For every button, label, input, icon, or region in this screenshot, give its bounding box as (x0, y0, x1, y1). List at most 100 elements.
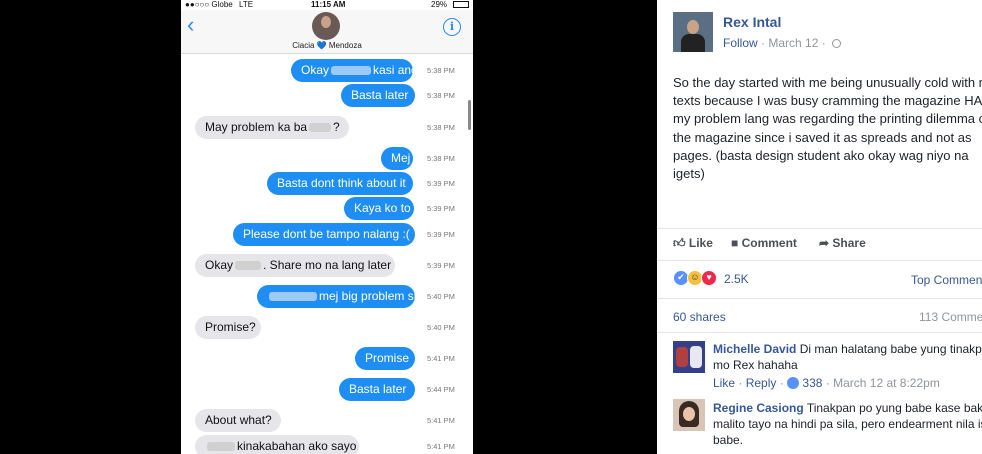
redacted-name-blur (235, 261, 262, 271)
comment-like-count[interactable]: 338 (802, 376, 822, 390)
message-text: About what? (205, 413, 272, 427)
message-timestamp: 5:39 PM (427, 179, 455, 188)
share-icon: ➦ (819, 236, 830, 250)
message-timestamp: 5:40 PM (427, 292, 455, 301)
message-timestamp: 5:39 PM (427, 204, 455, 213)
message-text: Basta later (351, 88, 409, 102)
redacted-name-blur (207, 442, 235, 452)
message-text: Basta dont think about it (277, 176, 406, 190)
carrier-label: ●●○○○ Globe (185, 0, 233, 9)
sent-message-bubble[interactable]: Mej (381, 147, 413, 170)
thumbs-up-icon: 👍︎ (673, 236, 686, 250)
shares-count[interactable]: 60 shares (673, 310, 726, 324)
message-text: . Share mo na lang later (263, 258, 392, 272)
received-message-bubble[interactable]: kinakabahan ako sayo (195, 435, 359, 454)
love-reaction-icon: ♥ (701, 270, 717, 286)
message-timestamp: 5:41 PM (427, 416, 455, 425)
message-text: ? (333, 120, 340, 134)
received-message-bubble[interactable]: About what? (195, 409, 281, 432)
share-button[interactable]: ➦ Share (819, 236, 866, 250)
info-icon[interactable]: i (443, 18, 461, 36)
redacted-name-blur (309, 123, 332, 133)
message-timestamp: 5:39 PM (427, 230, 455, 239)
comment-reply-link[interactable]: Reply (746, 376, 777, 390)
sent-message-bubble[interactable]: Promise (355, 347, 415, 370)
received-message-bubble[interactable]: May problem ka ba? (195, 116, 349, 139)
sent-message-bubble[interactable]: Basta dont think about it (267, 172, 413, 195)
like-badge-icon (787, 377, 800, 389)
comments-count[interactable]: 113 Comments (919, 310, 982, 324)
message-text: Okay (301, 63, 330, 77)
comment-time[interactable]: March 12 at 8:22pm (833, 376, 940, 390)
post-text: So the day started with me being unusual… (673, 75, 982, 182)
author-name[interactable]: Rex Intal (723, 14, 781, 30)
divider (657, 228, 982, 229)
redacted-name-blur (269, 292, 317, 302)
message-text: Promise? (205, 320, 256, 334)
commenter-avatar[interactable] (673, 399, 705, 431)
message-text: kinakabahan ako sayo (237, 439, 357, 453)
message-text: Okay (205, 258, 234, 272)
sent-message-bubble[interactable]: mej big problem siya (257, 285, 429, 308)
comment-text: Regine Casiong Tinakpan po yung babe kas… (713, 401, 982, 447)
comment-meta: Like · Reply · 338 · March 12 at 8:22pm (713, 376, 940, 390)
author-avatar[interactable] (673, 12, 713, 52)
battery-label: 29% (431, 0, 448, 9)
message-text: May problem ka ba (205, 120, 308, 134)
comment-button[interactable]: ■ Comment (731, 236, 797, 250)
sent-message-bubble[interactable]: Basta later (341, 84, 415, 107)
sent-message-bubble[interactable]: Okay kasi ano (291, 59, 418, 82)
status-bar: ●●○○○ Globe LTE 11:15 AM 29% (181, 0, 473, 10)
received-message-bubble[interactable]: Okay . Share mo na lang later (195, 254, 395, 277)
commenter-name[interactable]: Regine Casiong (713, 401, 804, 415)
message-timestamp: 5:38 PM (427, 123, 455, 132)
chevron-left-icon[interactable]: ‹ (187, 14, 194, 36)
scrollbar[interactable] (468, 100, 471, 130)
message-timestamp: 5:44 PM (427, 385, 455, 394)
message-text: kasi ano (373, 63, 418, 77)
commenter-name[interactable]: Michelle David (713, 342, 796, 356)
commenter-avatar[interactable] (673, 341, 705, 373)
network-label: LTE (239, 0, 254, 9)
message-timestamp: 5:38 PM (427, 91, 455, 100)
phone-screenshot: ●●○○○ Globe LTE 11:15 AM 29% ‹ Ciacia 💙 … (181, 0, 473, 454)
message-text: Please dont be tampo nalang :( (243, 227, 410, 241)
chat-header: ‹ Ciacia 💙 Mendoza i (181, 10, 473, 54)
post-date[interactable]: March 12 (768, 36, 818, 50)
post-meta: Follow · March 12 · (723, 36, 842, 50)
message-text: Promise (365, 351, 410, 365)
message-timestamp: 5:38 PM (427, 66, 455, 75)
globe-icon (832, 39, 842, 48)
battery-icon (453, 1, 469, 8)
message-timestamp: 5:39 PM (427, 261, 455, 270)
message-text: Kaya ko to (354, 201, 411, 215)
divider (657, 298, 982, 299)
facebook-post: Rex Intal Follow · March 12 · So the day… (657, 0, 982, 454)
contact-name[interactable]: Ciacia 💙 Mendoza (181, 41, 473, 50)
message-timestamp: 5:41 PM (427, 442, 455, 451)
message-text: Mej (391, 151, 411, 165)
follow-link[interactable]: Follow (723, 36, 758, 50)
reactions-count[interactable]: 2.5K (724, 272, 749, 286)
message-text: Basta later (349, 382, 407, 396)
message-timestamp: 5:38 PM (427, 154, 455, 163)
comment-text: Michelle David Di man halatang babe yung… (713, 342, 982, 372)
redacted-name-blur (331, 66, 372, 76)
top-comments-dropdown[interactable]: Top Comments (911, 273, 982, 287)
sent-message-bubble[interactable]: Please dont be tampo nalang :( (233, 223, 415, 246)
message-text: mej big problem siya (319, 289, 430, 303)
clock: 11:15 AM (311, 0, 346, 9)
middle-black-margin (473, 0, 657, 454)
message-timestamp: 5:41 PM (427, 354, 455, 363)
divider (657, 332, 982, 333)
sent-message-bubble[interactable]: Kaya ko to (344, 197, 414, 220)
message-timestamp: 5:40 PM (427, 323, 455, 332)
left-black-margin (0, 0, 181, 454)
comment-icon: ■ (731, 236, 739, 250)
received-message-bubble[interactable]: Promise? (195, 316, 261, 339)
divider (657, 260, 982, 261)
sent-message-bubble[interactable]: Basta later (339, 378, 415, 401)
contact-avatar[interactable] (312, 12, 340, 40)
like-button[interactable]: 👍︎ Like (673, 236, 713, 251)
comment-like-link[interactable]: Like (713, 376, 735, 390)
